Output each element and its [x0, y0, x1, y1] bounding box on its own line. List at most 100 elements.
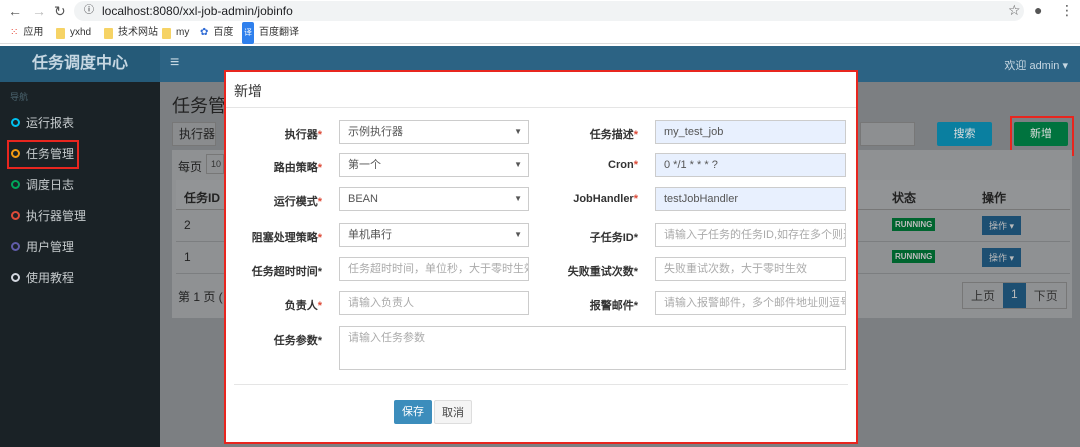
- child-label: 子任务ID*: [589, 232, 638, 244]
- bookmark-label: yxhd: [70, 27, 92, 38]
- forward-icon[interactable]: →: [32, 3, 46, 19]
- job-id: 1: [184, 250, 191, 264]
- caret-down-icon: ▼: [514, 230, 522, 239]
- sidebar-item-label: 执行器管理: [26, 209, 87, 223]
- action-dropdown[interactable]: 操作 ▾: [982, 216, 1022, 235]
- param-textarea[interactable]: 请输入任务参数: [339, 326, 846, 370]
- browser-address-bar: ← → ↻ ⓘ localhost:8080/xxl-job-admin/jobi…: [0, 0, 1080, 22]
- status-badge: RUNNING: [892, 250, 936, 263]
- jobhandler-input[interactable]: testJobHandler: [655, 187, 846, 211]
- circle-icon: [11, 180, 20, 189]
- prev-page-button[interactable]: 上页: [963, 283, 1003, 308]
- save-button[interactable]: 保存: [394, 400, 432, 424]
- select-value: 示例执行器: [348, 126, 403, 138]
- apps-icon: ⁙: [10, 27, 19, 38]
- desc-label: 任务描述*: [589, 129, 638, 141]
- folder-icon: [56, 27, 65, 39]
- timeout-label: 任务超时时间*: [251, 266, 322, 278]
- sidebar-item-label: 运行报表: [26, 116, 75, 130]
- back-icon[interactable]: ←: [8, 3, 22, 19]
- sidebar-item-label: 使用教程: [26, 271, 75, 285]
- timeout-input[interactable]: 任务超时时间，单位秒，大于零时生效: [339, 257, 529, 281]
- menu-toggle-icon[interactable]: ≡: [170, 54, 179, 72]
- next-page-button[interactable]: 下页: [1026, 283, 1066, 308]
- retry-input[interactable]: 失败重试次数，大于零时生效: [655, 257, 846, 281]
- bookmark-yxhd[interactable]: yxhd: [56, 22, 91, 44]
- column-header: 状态: [892, 191, 917, 205]
- bookmark-label: my: [176, 27, 190, 38]
- bookmark-my[interactable]: my: [162, 22, 189, 44]
- executor-label: 执行器*: [284, 129, 322, 141]
- mode-label: 运行模式*: [273, 196, 322, 208]
- search-button[interactable]: 搜索: [937, 122, 992, 146]
- per-page-label: 每页: [178, 160, 203, 174]
- welcome-text: 欢迎 admin: [1004, 60, 1060, 72]
- add-job-modal: 新增 执行器* 示例执行器 ▼ 路由策略* 第一个 ▼ 运行模式* BEAN ▼ 阻塞…: [224, 70, 858, 444]
- sidebar-item-log[interactable]: 调度日志: [0, 170, 160, 200]
- profile-icon[interactable]: ●: [1034, 2, 1042, 18]
- column-header: 操作: [982, 191, 1007, 205]
- user-menu[interactable]: 欢迎 admin ▾: [1004, 57, 1068, 73]
- reload-icon[interactable]: ↻: [54, 3, 66, 20]
- sidebar-item-report[interactable]: 运行报表: [0, 108, 160, 138]
- child-job-input[interactable]: 请输入子任务的任务ID,如存在多个则逗号分隔: [655, 223, 846, 247]
- circle-icon: [11, 211, 20, 220]
- block-label: 阻塞处理策略*: [251, 232, 322, 244]
- pagination: 上页 1 下页: [962, 282, 1067, 309]
- retry-label: 失败重试次数*: [567, 266, 638, 278]
- bookmark-baidu[interactable]: ✿ 百度: [200, 22, 233, 44]
- select-value: BEAN: [348, 193, 378, 205]
- circle-icon: [11, 118, 20, 127]
- circle-icon: [11, 242, 20, 251]
- bookmark-fanyi[interactable]: 译百度翻译: [242, 22, 299, 44]
- action-label: 操作: [989, 221, 1008, 231]
- job-id: 2: [184, 218, 191, 232]
- bookmark-apps[interactable]: ⁙ 应用: [10, 22, 43, 44]
- highlight-box: [7, 140, 79, 169]
- route-strategy-select[interactable]: 第一个 ▼: [339, 153, 529, 177]
- page-1-button[interactable]: 1: [1003, 283, 1026, 308]
- more-icon[interactable]: ⋮: [1060, 2, 1074, 19]
- folder-icon: [162, 27, 171, 39]
- translate-icon: 译: [242, 22, 254, 44]
- star-icon[interactable]: ☆: [1008, 2, 1021, 19]
- bookmark-label: 百度: [213, 27, 234, 38]
- block-strategy-select[interactable]: 单机串行 ▼: [339, 223, 529, 247]
- action-label: 操作: [989, 253, 1008, 263]
- sidebar-item-executor[interactable]: 执行器管理: [0, 201, 160, 231]
- modal-title: 新增: [226, 72, 856, 108]
- cron-label: Cron*: [608, 159, 638, 171]
- status-badge: RUNNING: [892, 218, 936, 231]
- executor-filter-label: 执行器: [172, 122, 216, 146]
- url-text: localhost:8080/xxl-job-admin/jobinfo: [102, 4, 293, 18]
- folder-icon: [104, 27, 113, 39]
- desc-input[interactable]: my_test_job: [655, 120, 846, 144]
- sidebar-item-help[interactable]: 使用教程: [0, 263, 160, 293]
- action-dropdown[interactable]: 操作 ▾: [982, 248, 1022, 267]
- route-label: 路由策略*: [273, 162, 322, 174]
- caret-down-icon: ▼: [514, 194, 522, 203]
- cancel-button[interactable]: 取消: [434, 400, 472, 424]
- run-mode-select[interactable]: BEAN ▼: [339, 187, 529, 211]
- sidebar-item-user[interactable]: 用户管理: [0, 232, 160, 262]
- bookmark-label: 百度翻译: [259, 27, 299, 38]
- bookmarks-bar: ⁙ 应用 yxhd 技术网站 my ✿ 百度 译百度翻译: [0, 22, 1080, 44]
- nav-heading: 导航: [10, 92, 29, 102]
- alarm-email-input[interactable]: 请输入报警邮件，多个邮件地址则逗号分隔: [655, 291, 846, 315]
- filter-input[interactable]: [860, 122, 915, 146]
- alarm-label: 报警邮件*: [589, 300, 638, 312]
- cron-input[interactable]: 0 */1 * * * ?: [655, 153, 846, 177]
- sidebar-item-label: 用户管理: [26, 240, 75, 254]
- caret-down-icon: ▼: [514, 127, 522, 136]
- handler-label: JobHandler*: [573, 193, 638, 205]
- caret-down-icon: ▼: [514, 160, 522, 169]
- app-logo[interactable]: 任务调度中心: [0, 46, 160, 82]
- url-input[interactable]: ⓘ localhost:8080/xxl-job-admin/jobinfo: [74, 1, 1024, 21]
- bookmark-tech[interactable]: 技术网站: [104, 22, 158, 44]
- executor-select[interactable]: 示例执行器 ▼: [339, 120, 529, 144]
- author-input[interactable]: 请输入负责人: [339, 291, 529, 315]
- author-label: 负责人*: [284, 300, 322, 312]
- circle-icon: [11, 273, 20, 282]
- param-label: 任务参数*: [273, 335, 322, 347]
- bookmark-label: 应用: [23, 27, 44, 38]
